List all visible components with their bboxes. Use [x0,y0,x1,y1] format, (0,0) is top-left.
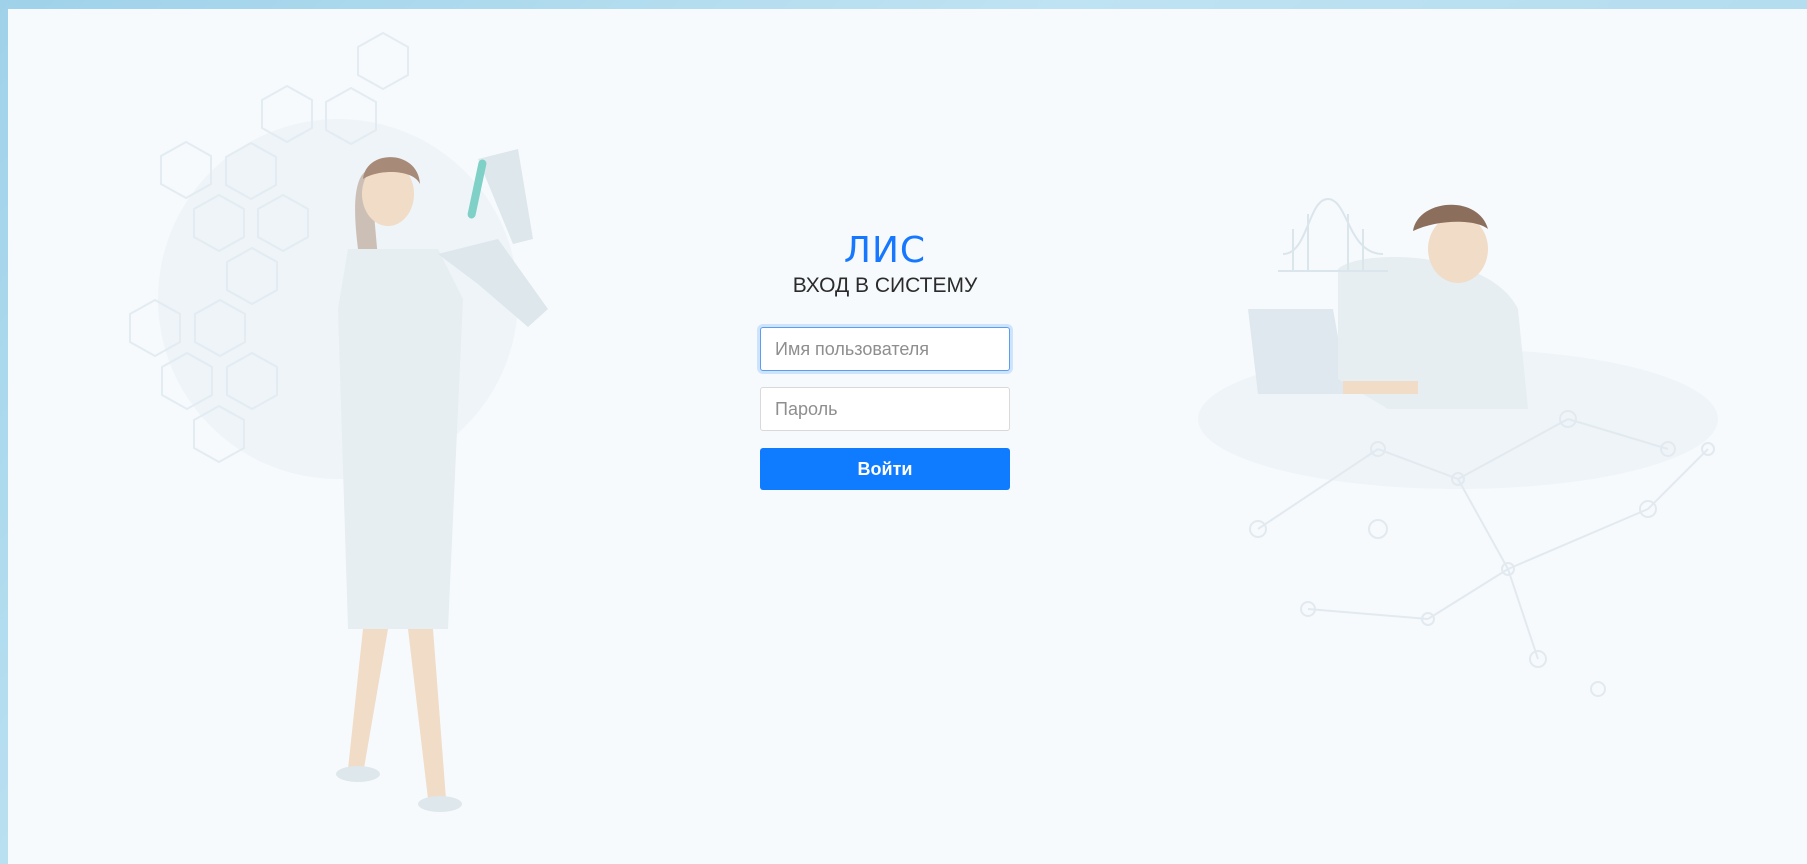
login-button[interactable]: Войти [760,448,1010,490]
page-title: ВХОД В СИСТЕМУ [792,274,978,297]
logo: ЛИС [843,230,927,271]
username-input[interactable] [760,327,1010,371]
password-input[interactable] [760,387,1010,431]
scientist-man [1248,204,1528,409]
login-form: ЛИС ВХОД В СИСТЕМУ Войти [760,231,1010,490]
page-frame: ЛИС ВХОД В СИСТЕМУ Войти [8,9,1807,864]
